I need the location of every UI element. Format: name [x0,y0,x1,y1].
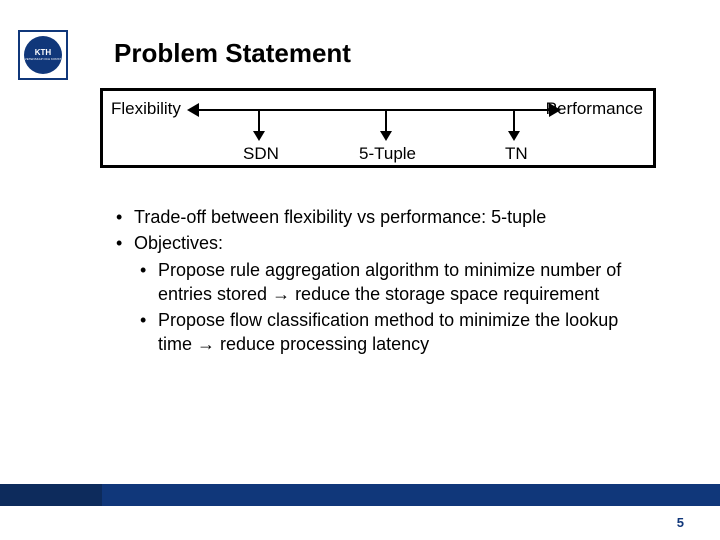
tick-label-5tuple: 5-Tuple [359,144,416,164]
kth-logo: KTH VETENSKAP OCH KONST [18,30,68,80]
bullet-text-post: reduce processing latency [215,334,429,354]
arrow-icon: → [197,334,215,354]
axis-line [195,109,553,111]
tick-sdn-arrow-icon [253,131,265,141]
bullet-list: Trade-off between flexibility vs perform… [116,205,656,359]
page-number: 5 [677,515,684,530]
tick-5tuple [385,109,387,133]
tradeoff-diagram: Flexibility Performance SDN 5-Tuple TN [100,88,656,168]
bullet-text: Objectives: [134,233,223,253]
tick-tn-arrow-icon [508,131,520,141]
footer-accent-dark [0,484,102,506]
logo-frame: KTH VETENSKAP OCH KONST [18,30,68,80]
footer-accent-light [102,484,720,506]
tick-5tuple-arrow-icon [380,131,392,141]
tick-sdn [258,109,260,133]
slide: KTH VETENSKAP OCH KONST Problem Statemen… [0,0,720,540]
logo-text: KTH [35,49,51,57]
bullet-text: Trade-off between flexibility vs perform… [134,207,546,227]
axis-left-label: Flexibility [111,99,181,119]
list-item: Propose rule aggregation algorithm to mi… [116,258,656,307]
tick-label-sdn: SDN [243,144,279,164]
logo-subtext: VETENSKAP OCH KONST [25,58,62,61]
arrow-right-icon [549,103,561,117]
list-item: Trade-off between flexibility vs perform… [116,205,656,229]
logo-circle: KTH VETENSKAP OCH KONST [24,36,62,74]
list-item: Propose flow classification method to mi… [116,308,656,357]
bullet-text-post: reduce the storage space requirement [290,284,599,304]
tick-tn [513,109,515,133]
list-item: Objectives: [116,231,656,255]
arrow-icon: → [272,284,290,304]
page-title: Problem Statement [114,38,351,69]
tick-label-tn: TN [505,144,528,164]
